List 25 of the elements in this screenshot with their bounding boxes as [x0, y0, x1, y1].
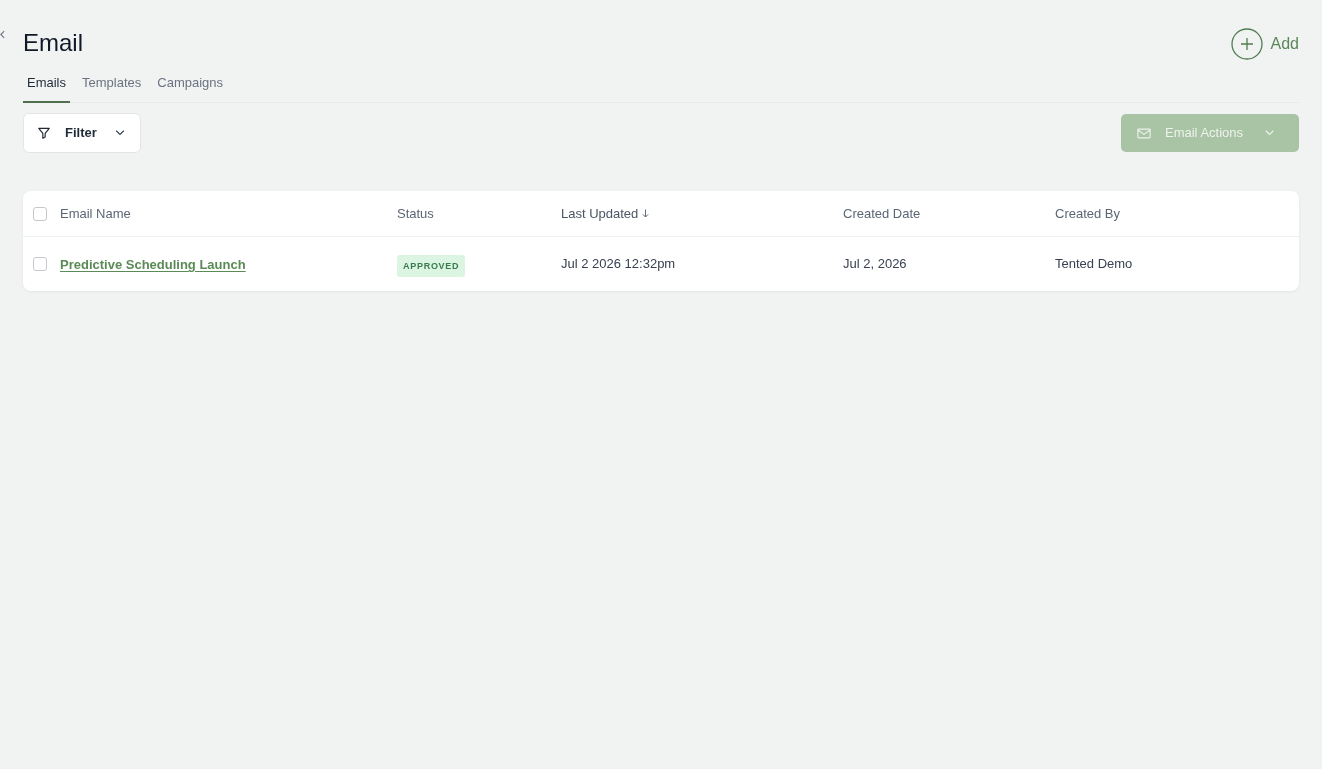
column-header[interactable]: Created By: [1055, 203, 1121, 224]
page-title: Email: [23, 28, 83, 58]
chevron-left-icon[interactable]: [0, 30, 5, 39]
table-cell-text: Tented Demo: [1055, 255, 1134, 274]
email-name-link[interactable]: Predictive Scheduling Launch: [60, 257, 246, 272]
column-header[interactable]: Status: [397, 203, 434, 224]
arrow-down-icon[interactable]: [642, 209, 650, 218]
status-badge: APPROVED: [397, 254, 466, 277]
column-header[interactable]: Last Updated: [561, 203, 639, 224]
filter-button[interactable]: Filter: [23, 113, 141, 153]
table-cell-text: Jul 2 2026 12:32pm: [561, 255, 677, 274]
tab[interactable]: Emails: [23, 73, 70, 103]
checkbox[interactable]: [33, 206, 47, 221]
plus-circle-icon: [1230, 28, 1263, 60]
chevron-down-icon: [114, 130, 125, 136]
envelope-icon: [1137, 127, 1151, 139]
tab[interactable]: Campaigns: [153, 73, 228, 103]
tab[interactable]: Templates: [78, 73, 146, 103]
checkbox[interactable]: [33, 257, 47, 271]
filter-icon: [37, 126, 51, 140]
chevron-down-icon: [1265, 130, 1275, 136]
add-button[interactable]: Add: [1230, 28, 1299, 60]
column-header[interactable]: Email Name: [60, 203, 131, 224]
table-cell-text: Jul 2, 2026: [843, 255, 908, 274]
column-header[interactable]: Created Date: [843, 203, 921, 224]
